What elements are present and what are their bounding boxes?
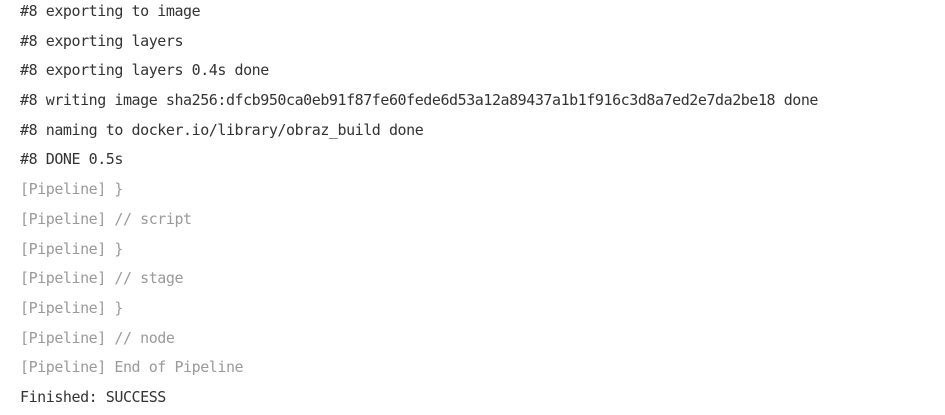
finished-status-line: Finished: SUCCESS <box>20 387 166 406</box>
pipeline-line: [Pipeline] // node <box>20 328 175 347</box>
console-line: #8 writing image sha256:dfcb950ca0eb91f8… <box>20 91 819 110</box>
console-line: #8 exporting layers <box>20 31 184 50</box>
console-line: #8 naming to docker.io/library/obraz_bui… <box>20 120 424 139</box>
pipeline-line: [Pipeline] End of Pipeline <box>20 358 244 377</box>
pipeline-line: [Pipeline] // stage <box>20 269 184 288</box>
console-line: #8 DONE 0.5s <box>20 150 123 169</box>
pipeline-line: [Pipeline] } <box>20 180 123 199</box>
console-output: #8 exporting to image #8 exporting layers… <box>0 0 945 415</box>
console-line: #8 exporting to image <box>20 2 201 20</box>
pipeline-line: [Pipeline] // script <box>20 209 192 228</box>
pipeline-line: [Pipeline] } <box>20 298 123 317</box>
pipeline-line: [Pipeline] } <box>20 239 123 258</box>
console-line: #8 exporting layers 0.4s done <box>20 61 269 80</box>
